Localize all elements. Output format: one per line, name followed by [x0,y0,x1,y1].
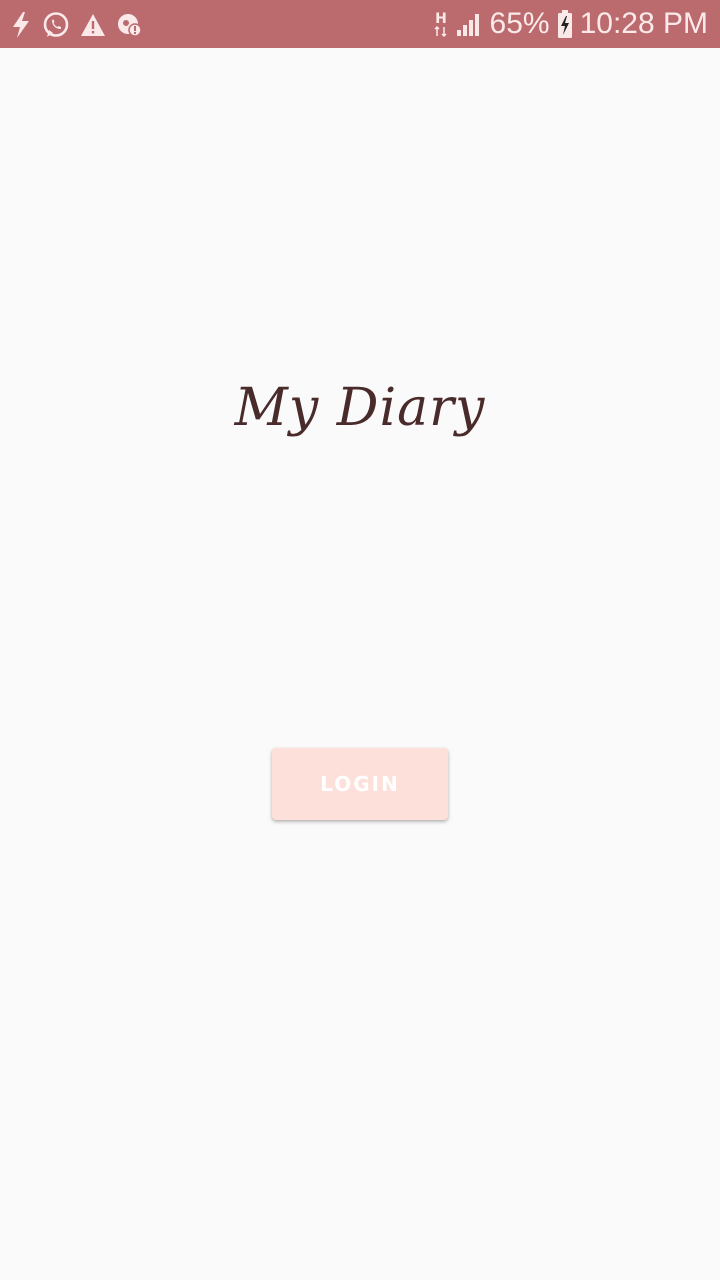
flash-icon [10,11,32,39]
clock: 10:28 PM [579,7,708,40]
notification-icons [10,10,144,40]
app-title: My Diary [234,378,486,438]
network-type-icon: H [432,9,450,39]
whatsapp-icon [42,11,70,39]
signal-strength-icon [456,11,484,37]
battery-percent: 65% [489,7,550,40]
battery-charging-icon [556,9,574,39]
warning-icon [80,12,106,38]
system-status: H 65% 10:28 PM [432,6,708,42]
network-type-label: H [435,11,447,27]
location-alert-icon [116,12,144,38]
status-bar: H 65% 10:28 PM [0,0,720,48]
main-screen: My Diary LOGIN [0,48,720,1280]
login-button[interactable]: LOGIN [272,748,448,820]
